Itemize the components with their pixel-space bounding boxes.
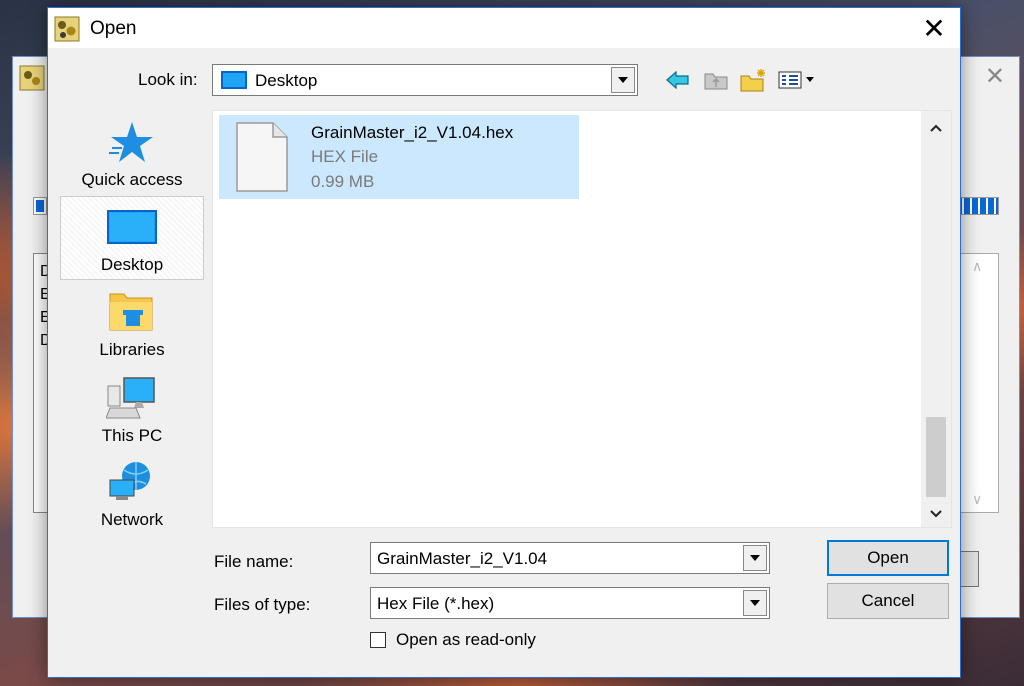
scroll-down-icon[interactable] bbox=[921, 501, 951, 527]
background-progress-bar bbox=[33, 197, 47, 215]
read-only-checkbox[interactable] bbox=[370, 632, 386, 648]
file-list[interactable]: GrainMaster_i2_V1.04.hex HEX File 0.99 M… bbox=[212, 110, 952, 528]
file-size-text: 0.99 MB bbox=[311, 172, 375, 191]
place-label: Quick access bbox=[81, 170, 183, 189]
look-in-value: Desktop bbox=[255, 71, 318, 90]
place-network[interactable]: Network bbox=[60, 450, 204, 534]
places-bar: Quick access Desktop Libraries This PC N… bbox=[60, 110, 204, 530]
file-type-dropdown[interactable]: Hex File (*.hex) bbox=[370, 587, 770, 619]
app-icon bbox=[19, 65, 45, 91]
scrollbar-thumb[interactable] bbox=[926, 417, 946, 497]
place-desktop[interactable]: Desktop bbox=[60, 196, 204, 280]
chevron-down-icon[interactable] bbox=[743, 590, 767, 616]
read-only-label: Open as read-only bbox=[396, 630, 536, 649]
place-label: Network bbox=[100, 510, 164, 529]
star-icon bbox=[109, 122, 153, 162]
computer-icon bbox=[106, 377, 155, 419]
file-name-input[interactable]: GrainMaster_i2_V1.04 bbox=[370, 542, 770, 574]
open-dialog: Open ✕ Look in: Desktop Quick access Des… bbox=[47, 7, 961, 678]
file-name-text: GrainMaster_i2_V1.04.hex bbox=[311, 123, 514, 142]
chevron-down-icon[interactable] bbox=[611, 67, 635, 93]
back-arrow-icon[interactable] bbox=[664, 66, 692, 94]
desktop-icon bbox=[107, 210, 157, 244]
file-list-scrollbar[interactable] bbox=[921, 111, 951, 527]
file-type-value: Hex File (*.hex) bbox=[377, 594, 495, 613]
chevron-down-icon[interactable] bbox=[743, 545, 767, 571]
place-label: Desktop bbox=[100, 255, 164, 274]
file-icon bbox=[236, 122, 288, 192]
place-libraries[interactable]: Libraries bbox=[60, 280, 204, 364]
up-folder-icon[interactable] bbox=[702, 66, 730, 94]
new-folder-icon[interactable] bbox=[738, 66, 770, 94]
place-label: Libraries bbox=[99, 340, 165, 359]
title-bar[interactable]: Open ✕ bbox=[48, 8, 960, 48]
close-icon[interactable]: ✕ bbox=[908, 8, 960, 48]
network-icon bbox=[109, 462, 150, 500]
file-type-text: HEX File bbox=[311, 147, 379, 166]
desktop-icon bbox=[221, 71, 247, 89]
place-label: This PC bbox=[101, 426, 163, 445]
file-name-label: File name: bbox=[214, 552, 294, 571]
place-quick-access[interactable]: Quick access bbox=[60, 110, 204, 194]
app-icon bbox=[54, 16, 80, 42]
view-menu-icon[interactable] bbox=[776, 66, 822, 94]
cancel-button[interactable]: Cancel bbox=[827, 583, 949, 619]
file-item[interactable]: GrainMaster_i2_V1.04.hex HEX File 0.99 M… bbox=[219, 115, 579, 199]
dialog-title: Open bbox=[90, 18, 137, 39]
background-close-icon: ✕ bbox=[984, 63, 1005, 90]
look-in-label: Look in: bbox=[138, 70, 198, 89]
scroll-up-icon[interactable] bbox=[921, 115, 951, 141]
read-only-checkbox-row[interactable]: Open as read-only bbox=[370, 630, 536, 650]
file-name-value: GrainMaster_i2_V1.04 bbox=[377, 549, 548, 568]
open-button[interactable]: Open bbox=[827, 540, 949, 576]
libraries-icon bbox=[109, 293, 153, 331]
background-log-scrollbar bbox=[955, 253, 999, 513]
place-this-pc[interactable]: This PC bbox=[60, 366, 204, 450]
background-progress-bar-right bbox=[955, 197, 999, 215]
file-type-label: Files of type: bbox=[214, 595, 311, 614]
look-in-dropdown[interactable]: Desktop bbox=[212, 64, 638, 96]
